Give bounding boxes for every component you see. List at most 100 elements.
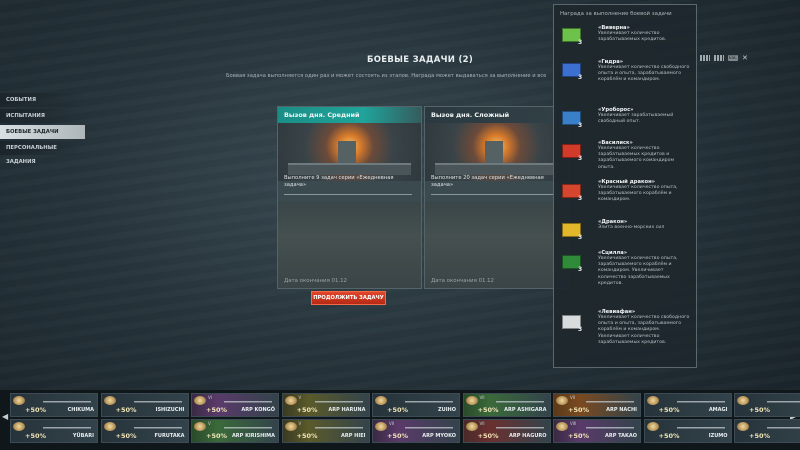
ship-silhouette-icon xyxy=(676,423,725,431)
ship-name: YŪBARI xyxy=(72,433,94,439)
mission-image xyxy=(425,123,568,181)
commander-icon xyxy=(375,422,387,431)
ship-tile[interactable]: VII +50% ARP MYOKO xyxy=(372,419,460,443)
ship-name: ZUIHO xyxy=(438,407,456,413)
reward-tooltip-header: Награда за выполнение боевой задачи xyxy=(560,11,672,17)
continue-mission-button[interactable]: ПРОДОЛЖИТЬ ЗАДАЧУ xyxy=(311,291,386,305)
ship-silhouette-icon xyxy=(224,397,272,405)
commander-icon xyxy=(103,396,116,405)
ship-tier: VII xyxy=(570,395,576,400)
commander-icon xyxy=(375,396,387,405)
ship-bonus: +50% xyxy=(115,406,137,414)
ship-tile[interactable]: VI +50% ARP KONGŌ xyxy=(191,393,279,417)
reward-entry: «Левиафан» Увеличивает количество свободн… xyxy=(598,309,690,345)
commander-icon xyxy=(646,422,659,431)
ship-name: ARP KIRISHIMA xyxy=(231,433,275,439)
mission-card-hard[interactable]: Вызов дня. Сложный Выполните 20 задач се… xyxy=(424,106,569,289)
ship-silhouette-icon xyxy=(767,397,800,405)
ship-tile[interactable]: +50% ZUIHO xyxy=(372,393,460,417)
ship-bonus: +50% xyxy=(115,432,137,440)
ship-silhouette-icon xyxy=(43,397,91,405)
reward-entry: «Дракон» Элита военно-морских сил xyxy=(598,219,665,230)
commander-icon xyxy=(737,422,749,431)
flag-ouroboros-icon: 3 xyxy=(562,111,588,129)
mission-end-date: Дата окончания 01.12 xyxy=(431,278,494,284)
sidebar-item-personal-missions[interactable]: ПЕРСОНАЛЬНЫЕ ЗАДАНИЯ xyxy=(0,141,85,165)
ship-tier: VII xyxy=(479,395,485,400)
mission-card-medium[interactable]: Вызов дня. Средний Выполните 9 задач сер… xyxy=(277,106,422,289)
ship-tile[interactable]: +50% ISHIZUCHI xyxy=(100,393,189,417)
ship-tile[interactable]: +50% AMAGI xyxy=(643,393,732,417)
commander-icon xyxy=(194,422,206,431)
ship-silhouette-icon xyxy=(495,397,544,405)
ship-bonus: +50% xyxy=(749,406,771,414)
ship-silhouette-icon xyxy=(314,423,363,431)
esc-key-icon[interactable]: ESC xyxy=(728,55,738,61)
mission-card-title: Вызов дня. Сложный xyxy=(425,107,568,123)
commander-icon xyxy=(465,422,478,431)
commander-icon xyxy=(103,422,116,431)
ship-tile[interactable]: V +50% ARP KIRISHIMA xyxy=(191,419,279,443)
sidebar-item-challenges[interactable]: ИСПЫТАНИЯ xyxy=(0,109,85,123)
ship-tile[interactable]: +50% FURUTAKA xyxy=(100,419,189,443)
ship-bonus: +50% xyxy=(25,406,47,414)
commander-icon xyxy=(194,396,206,405)
sidebar-item-events[interactable]: СОБЫТИЯ xyxy=(0,93,85,107)
mission-sea-image xyxy=(425,202,568,288)
ship-silhouette-icon xyxy=(586,423,634,431)
ship-bonus: +50% xyxy=(296,406,318,414)
ship-tile[interactable]: VII +50% ARP HAGURO xyxy=(462,419,551,443)
ship-tile[interactable]: +50%H xyxy=(734,393,800,417)
close-icon[interactable]: ✕ xyxy=(742,55,748,62)
flag-basilisk-icon: 3 xyxy=(562,144,588,162)
commander-icon xyxy=(465,396,478,405)
ship-tile[interactable]: +50% IZUMO xyxy=(643,419,732,443)
ship-tile[interactable]: V +50% ARP HARUNA xyxy=(281,393,370,417)
ship-tier: VI xyxy=(208,395,212,400)
ship-silhouette-icon xyxy=(495,423,544,431)
mission-task-text: Выполните 9 задач серии «Ежедневная зада… xyxy=(284,175,394,188)
reward-entry: «Василиск» Увеличивает количество зарабат… xyxy=(598,140,674,170)
commander-icon xyxy=(284,396,297,405)
ship-tier: VIII xyxy=(570,421,577,426)
page-subtitle: Боевая задача выполняется один раз и мож… xyxy=(226,73,547,79)
ship-silhouette-icon xyxy=(586,397,634,405)
ship-tile[interactable]: VII +50% ARP NACHI xyxy=(553,393,641,417)
ship-tile[interactable]: V +50% ARP HIEI xyxy=(281,419,370,443)
commander-icon xyxy=(13,422,25,431)
ship-tile[interactable]: +50% CHIKUMA xyxy=(10,393,98,417)
flag-leviathan-icon: 3 xyxy=(562,315,588,333)
ship-tier: V xyxy=(208,421,211,426)
ship-tile[interactable]: +50% YŪBARI xyxy=(10,419,98,443)
carousel-left-arrow-icon[interactable]: ◀ xyxy=(2,412,8,421)
ship-bonus: +50% xyxy=(568,406,590,414)
ship-tile[interactable]: VIII +50% ARP TAKAO xyxy=(553,419,641,443)
ship-bonus: +50% xyxy=(568,432,590,440)
ship-bonus: +50% xyxy=(477,406,499,414)
mission-card-title: Вызов дня. Средний xyxy=(278,107,421,123)
ship-silhouette-icon xyxy=(43,423,91,431)
list-view-icon[interactable] xyxy=(714,55,724,61)
ship-tile[interactable]: +50% xyxy=(734,419,800,443)
ship-bonus: +50% xyxy=(658,432,680,440)
reward-entry: «Уроборос» Увеличивает зарабатываемый сво… xyxy=(598,107,674,125)
ship-silhouette-icon xyxy=(405,423,453,431)
flag-scylla-icon: 3 xyxy=(562,255,588,273)
flag-red-dragon-icon: 3 xyxy=(562,184,588,202)
ship-name: ARP HIEI xyxy=(341,433,366,439)
ship-tile[interactable]: VII +50% ARP ASHIGARA xyxy=(462,393,551,417)
flag-wyvern-icon: 3 xyxy=(562,28,588,46)
ship-bonus: +50% xyxy=(387,432,409,440)
flag-dragon-icon: 3 xyxy=(562,223,588,241)
commander-icon xyxy=(737,396,749,405)
progress-track xyxy=(284,194,412,195)
mission-task-text: Выполните 20 задач серии «Ежедневная зад… xyxy=(431,175,544,188)
ship-name: ARP MYOKO xyxy=(422,433,456,439)
ship-silhouette-icon xyxy=(224,423,272,431)
ship-bonus: +50% xyxy=(387,406,409,414)
ship-name: ISHIZUCHI xyxy=(155,407,185,413)
sidebar-item-combat-missions[interactable]: БОЕВЫЕ ЗАДАЧИ xyxy=(0,125,85,139)
ship-bonus: +50% xyxy=(749,432,771,440)
ship-bonus: +50% xyxy=(25,432,47,440)
grid-view-icon[interactable] xyxy=(700,55,710,61)
